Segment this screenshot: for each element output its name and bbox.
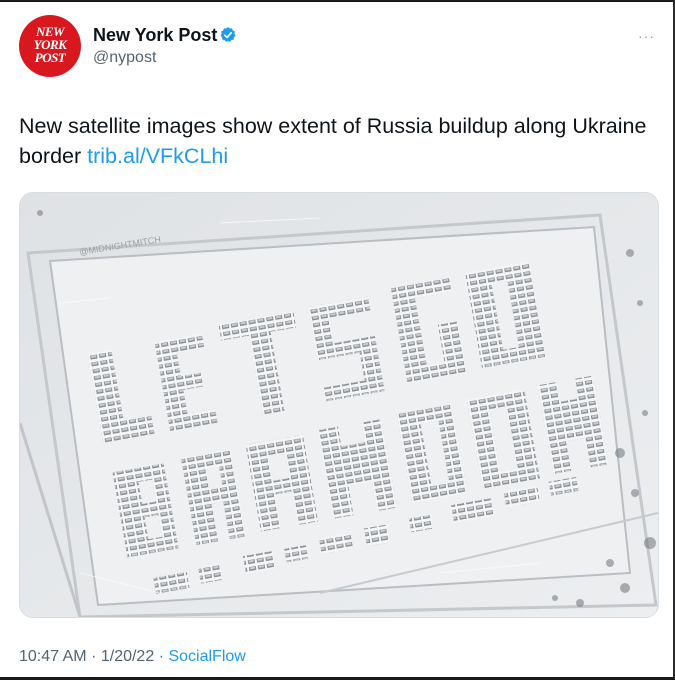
ellipsis-icon[interactable]: ···	[638, 28, 655, 44]
logo-line-3: POST	[34, 50, 66, 65]
separator-dot: ·	[91, 648, 97, 665]
avatar[interactable]: NEW YORK POST	[19, 15, 81, 77]
verified-badge-icon	[220, 27, 236, 42]
tweet-time[interactable]: 10:47 AM	[19, 648, 87, 665]
separator-dot: ·	[158, 648, 165, 665]
tweet-text: New satellite images show extent of Russ…	[19, 111, 649, 171]
satellite-image: @MIDNIGHTMITCH	[20, 193, 658, 617]
tweet-media-image[interactable]: @MIDNIGHTMITCH	[19, 192, 659, 618]
tweet-metadata: 10:47 AM · 1/20/22 · SocialFlow	[19, 648, 246, 666]
display-name[interactable]: New York Post	[93, 25, 217, 46]
handle[interactable]: @nypost	[93, 49, 156, 67]
tweet-source-link[interactable]: SocialFlow	[168, 648, 245, 665]
tweet-link[interactable]: trib.al/VFkCLhi	[87, 144, 228, 168]
tweet-date[interactable]: 1/20/22	[101, 648, 154, 665]
top-border	[0, 0, 675, 2]
